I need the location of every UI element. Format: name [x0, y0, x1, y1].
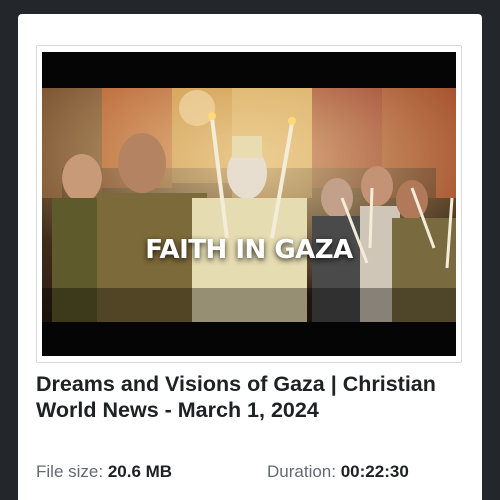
duration-info: Duration: 00:22:30 — [267, 462, 409, 482]
duration-value: 00:22:30 — [340, 462, 409, 481]
thumbnail-scene-image — [42, 88, 456, 322]
duration-label: Duration: — [267, 462, 336, 481]
file-size-label: File size: — [36, 462, 104, 481]
file-size-info: File size: 20.6 MB — [36, 462, 172, 482]
file-size-value: 20.6 MB — [107, 462, 173, 481]
video-title[interactable]: Dreams and Visions of Gaza | Christian W… — [36, 371, 472, 423]
thumbnail-overlay-text: FAITH IN GAZA — [145, 235, 353, 265]
video-card: FAITH IN GAZA Dreams and Visions of Gaza… — [18, 14, 482, 500]
video-thumbnail-frame[interactable]: FAITH IN GAZA — [36, 45, 462, 363]
video-thumbnail[interactable]: FAITH IN GAZA — [42, 52, 456, 356]
